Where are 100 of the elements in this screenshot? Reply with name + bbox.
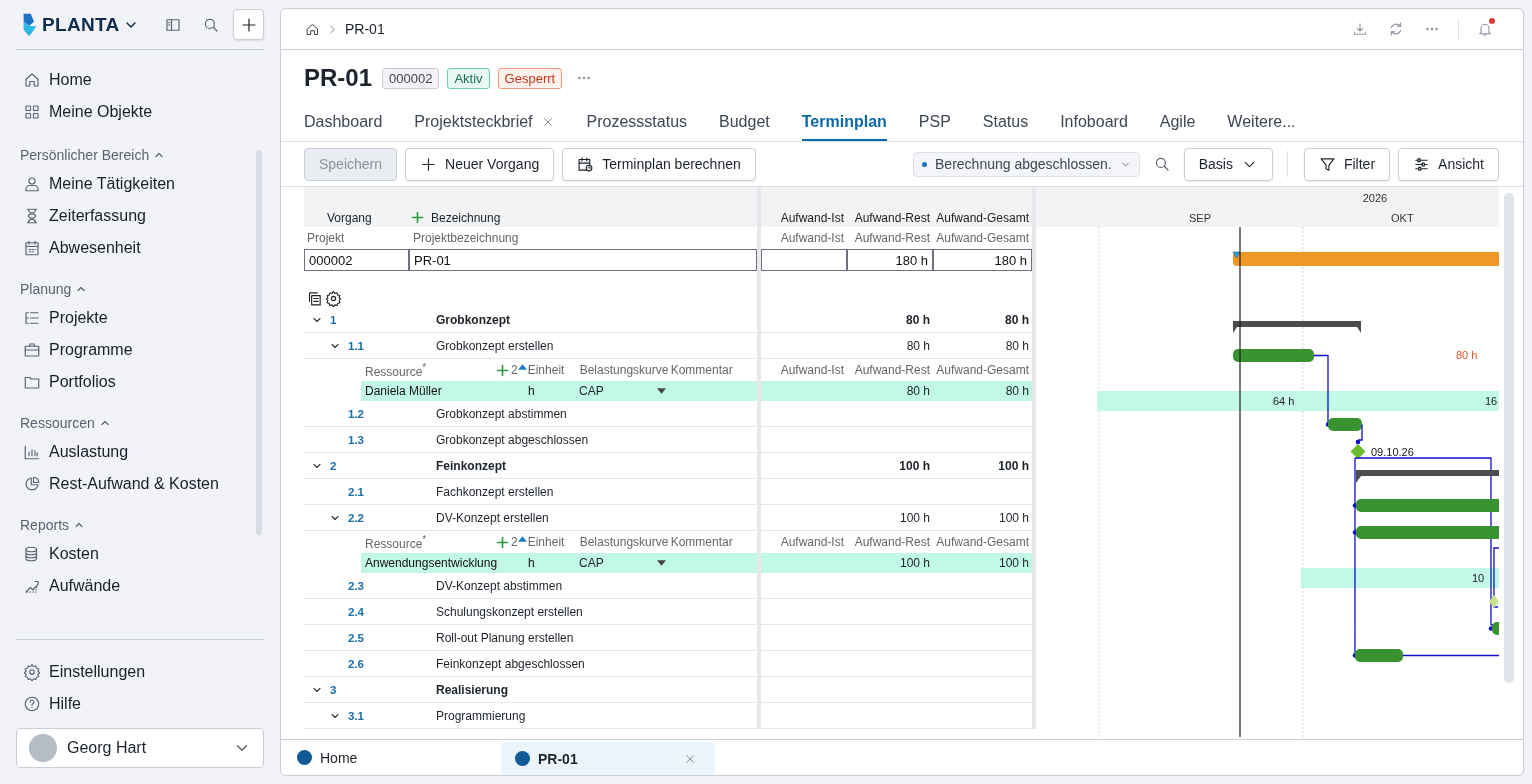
section-header[interactable]: Ressourcen [16,412,256,434]
column-header: Aufwand-Ist [779,211,845,225]
table-cell-text: 80 h [1004,338,1030,353]
scrollbar[interactable] [1504,193,1514,683]
task-number[interactable]: 2.6 [348,657,364,670]
table-cell-text: 100 h [898,458,931,473]
tab[interactable]: Agile [1159,106,1196,141]
task-number[interactable]: 2.4 [348,605,364,618]
baseline-dropdown[interactable]: Basis [1183,147,1273,181]
nav-item[interactable]: Abwesenheit [16,232,256,264]
nav-item[interactable]: Kosten [16,538,256,570]
task-name: Programmierung [436,708,526,723]
tab[interactable]: Terminplan [801,106,887,141]
settings-button[interactable] [325,290,342,307]
milestone-date: 09.10.26 [1371,446,1414,458]
task-name: Feinkonzept [436,458,506,473]
plus-icon [495,362,510,378]
nav-item[interactable]: Auslastung [16,436,256,468]
window-tab[interactable]: PR-01 [501,742,715,775]
sort-ascending-icon [517,364,527,370]
add-button[interactable] [233,9,264,40]
tab[interactable]: Status [982,106,1029,141]
scrollbar[interactable] [256,150,262,535]
nav-item[interactable]: Zeiterfassung [16,200,256,232]
curve-dropdown[interactable]: CAP [579,556,666,570]
tab[interactable]: PSP [918,106,951,141]
task-number[interactable]: 3.1 [348,709,364,722]
tab[interactable]: Infoboard [1060,106,1128,141]
tab[interactable]: Prozessstatus [586,106,688,141]
task-number[interactable]: 2.5 [348,631,364,644]
gear-icon [23,663,41,681]
logo-menu[interactable]: PLANTA [16,11,140,38]
add-resource-button[interactable] [495,534,510,550]
tab-dot-icon [515,751,530,766]
column-header: Einheit [527,363,566,377]
column-header: Kommentar [670,363,733,377]
add-resource-button[interactable] [495,362,510,378]
remaining-effort-label: 80 h [1456,349,1478,361]
task-name: Realisierung [436,682,509,697]
nav-item[interactable]: Einstellungen [16,656,264,688]
task-number[interactable]: 1.2 [348,407,364,420]
nav-item[interactable]: Rest-Aufwand & Kosten [16,468,256,500]
table-cell-text: 80 h [905,338,931,353]
add-row-button[interactable] [410,210,425,225]
nav-item[interactable]: Portfolios [16,366,256,398]
task-number[interactable]: 1.1 [348,339,364,352]
section-header[interactable]: Reports [16,514,256,536]
nav-item[interactable]: Programme [16,334,256,366]
task-number[interactable]: 2.2 [348,511,364,524]
list-icon [23,309,41,327]
task-number[interactable]: 2 [330,459,337,472]
nav-item[interactable]: Projekte [16,302,256,334]
task-number[interactable]: 1 [330,313,337,326]
plus-icon [410,210,425,225]
load-label: 16 [1485,395,1498,407]
curve-dropdown[interactable]: CAP [579,384,666,398]
sort-ascending-icon [517,536,527,542]
settings-icon [325,290,342,307]
task-name: DV-Konzept abstimmen [436,578,563,593]
page-title: PR-01 [304,64,373,92]
tab[interactable]: Budget [719,106,770,141]
task-number[interactable]: 3 [330,683,337,696]
window-tab[interactable]: Home [297,740,501,775]
nav-item[interactable]: Aufwände [16,570,256,602]
home-link[interactable] [305,21,320,37]
table-cell-text: 100 h [997,510,1030,525]
timeline-year: 2026 [1361,191,1389,204]
nav-item[interactable]: Meine Objekte [16,96,264,128]
table-cell-text: 100 h [997,556,1030,570]
input-field[interactable]: 180 h [847,249,933,271]
section-header[interactable]: Planung [16,278,256,300]
calculate-schedule-button[interactable]: Terminplan berechnen [562,147,756,181]
nav-item[interactable]: Meine Tätigkeiten [16,168,256,200]
new-task-button[interactable]: Neuer Vorgang [405,147,555,181]
calendar-icon [23,239,41,257]
status-dropdown[interactable]: Berechnung abgeschlossen. [913,151,1140,177]
copy-button[interactable] [306,290,323,307]
tab[interactable]: Weitere... [1227,106,1296,141]
input-field[interactable]: 000002 [304,249,409,271]
view-button[interactable]: Ansicht [1398,147,1499,181]
nav-item[interactable]: Home [16,64,264,96]
tab[interactable]: Dashboard [304,106,383,141]
task-number[interactable]: 1.3 [348,433,364,446]
filter-button[interactable]: Filter [1303,147,1391,181]
tab[interactable]: Projektsteckbrief [414,106,555,141]
column-header: Aufwand-Rest [853,231,931,245]
input-field[interactable] [761,249,847,271]
task-number[interactable]: 2.3 [348,579,364,592]
nav-item[interactable]: Hilfe [16,688,264,720]
table-cell-text: 80 h [1004,312,1030,327]
task-name: Grobkonzept abstimmen [436,406,567,421]
section-header[interactable]: Persönlicher Bereich [16,144,256,166]
column-header: Aufwand-Ist [779,231,845,245]
user-menu[interactable]: Georg Hart [16,728,264,768]
home-icon [23,71,41,89]
table-cell-text: h [528,556,536,570]
column-header: Aufwand-Rest [853,211,931,225]
input-field[interactable]: 180 h [933,249,1032,271]
input-field[interactable]: PR-01 [409,249,757,271]
task-number[interactable]: 2.1 [348,485,364,498]
